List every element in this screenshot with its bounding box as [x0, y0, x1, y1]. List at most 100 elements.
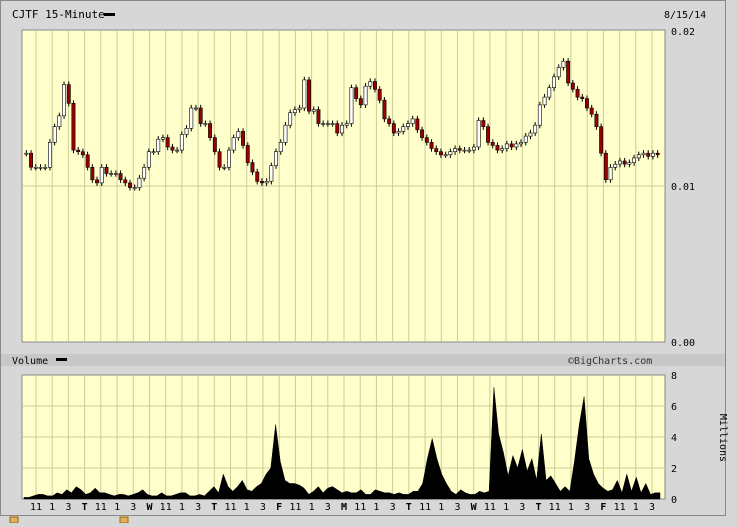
- candle: [194, 107, 198, 110]
- candle: [118, 173, 123, 180]
- candle: [76, 149, 81, 153]
- candle: [655, 152, 660, 156]
- x-tick-label: 1: [179, 502, 185, 513]
- candle: [307, 79, 311, 112]
- candle: [589, 107, 594, 115]
- x-tick-label: F: [600, 502, 606, 513]
- candle: [297, 107, 302, 110]
- candle: [495, 145, 500, 151]
- candle: [208, 123, 212, 138]
- x-tick-label: T: [211, 502, 217, 513]
- candle: [490, 142, 495, 146]
- candle: [212, 137, 217, 152]
- series-key-icon: [104, 13, 115, 16]
- candle: [217, 151, 222, 168]
- volume-tick-label: 2: [671, 464, 677, 475]
- candle: [354, 87, 359, 99]
- candle: [38, 167, 43, 169]
- candle: [396, 131, 401, 134]
- volume-key-icon: [56, 358, 67, 361]
- candle: [24, 152, 29, 155]
- scroll-handle-right[interactable]: [119, 516, 129, 524]
- x-tick-label: T: [406, 502, 412, 513]
- x-tick-label: 11: [95, 502, 107, 513]
- candle: [368, 81, 373, 87]
- candle: [500, 148, 505, 151]
- candle: [231, 137, 236, 151]
- candle: [66, 84, 71, 104]
- candle: [132, 187, 137, 189]
- x-tick-label: 3: [325, 502, 331, 513]
- candle: [269, 165, 274, 182]
- x-tick-label: 3: [390, 502, 396, 513]
- candle: [448, 151, 453, 156]
- candle: [71, 103, 76, 151]
- x-tick-label: 3: [519, 502, 525, 513]
- candle: [627, 162, 632, 165]
- candle: [443, 154, 448, 157]
- x-tick-label: F: [276, 502, 282, 513]
- x-tick-label: 3: [649, 502, 655, 513]
- candle: [377, 89, 382, 101]
- candle: [363, 85, 368, 106]
- candle: [189, 107, 194, 129]
- candle: [113, 173, 118, 175]
- candle: [420, 129, 424, 138]
- candle: [316, 109, 321, 124]
- volume-tick-label: 4: [671, 433, 677, 444]
- candle: [288, 112, 293, 126]
- x-tick-label: 1: [309, 502, 315, 513]
- candle: [311, 109, 316, 112]
- candle: [358, 98, 363, 106]
- candle: [292, 109, 297, 113]
- candle: [467, 149, 472, 152]
- candle: [165, 137, 170, 148]
- date-label: 8/15/14: [664, 10, 706, 21]
- x-tick-label: M: [341, 502, 347, 513]
- candle: [302, 79, 307, 109]
- x-tick-label: 11: [289, 502, 301, 513]
- candle: [104, 167, 109, 174]
- candle: [462, 149, 467, 152]
- candle: [570, 82, 575, 90]
- candle: [123, 179, 128, 184]
- candle: [245, 145, 250, 163]
- candle: [278, 142, 283, 153]
- candle: [476, 120, 481, 148]
- x-tick-label: 1: [503, 502, 509, 513]
- candle: [283, 124, 288, 143]
- candle: [241, 131, 245, 146]
- candle: [128, 182, 132, 188]
- candle: [566, 60, 571, 84]
- candle: [415, 118, 420, 131]
- x-tick-label: 3: [130, 502, 136, 513]
- candle: [424, 137, 429, 143]
- candle: [43, 167, 48, 169]
- candle: [151, 151, 156, 153]
- candle: [580, 96, 585, 99]
- volume-label: Volume: [12, 356, 48, 367]
- x-tick-label: 11: [224, 502, 236, 513]
- candle: [556, 67, 561, 78]
- candle: [57, 115, 62, 128]
- price-tick-label: 0.01: [671, 182, 695, 193]
- candle: [80, 151, 85, 156]
- candle: [264, 181, 269, 184]
- candle: [335, 123, 340, 134]
- scroll-handle-left[interactable]: [9, 516, 19, 524]
- candle: [321, 123, 326, 125]
- candle: [471, 146, 476, 151]
- x-tick-label: T: [82, 502, 88, 513]
- credit-text: ©BigCharts.com: [568, 356, 652, 367]
- candle: [109, 173, 114, 175]
- candle: [95, 179, 100, 184]
- x-tick-label: 1: [568, 502, 574, 513]
- candle: [156, 138, 161, 152]
- candle: [47, 142, 52, 168]
- candle: [584, 98, 589, 109]
- candle: [410, 118, 415, 124]
- candle: [85, 154, 90, 168]
- candle: [523, 135, 528, 143]
- x-tick-label: 11: [549, 502, 561, 513]
- x-tick-label: 1: [633, 502, 639, 513]
